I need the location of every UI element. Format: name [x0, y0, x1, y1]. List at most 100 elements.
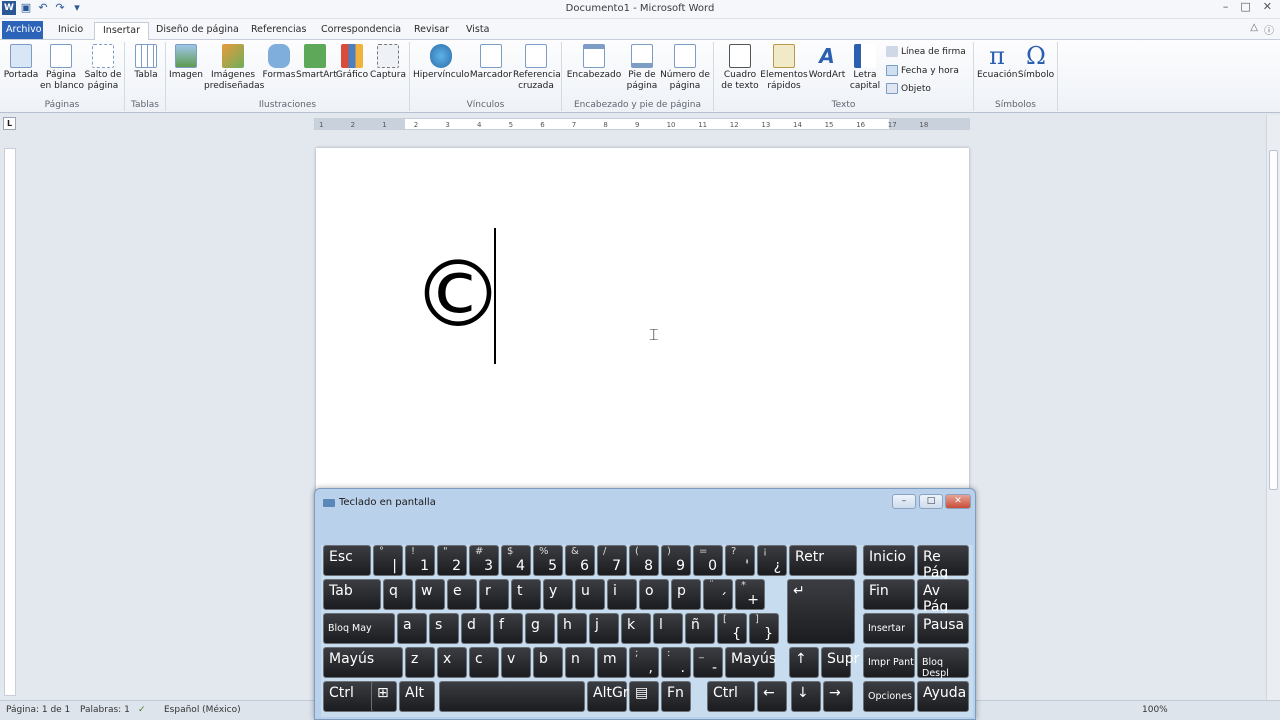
marcador-button[interactable]: Marcador	[469, 44, 513, 81]
key[interactable]: ▤	[629, 681, 659, 712]
key[interactable]: Ayuda	[917, 681, 969, 712]
key[interactable]: /7	[597, 545, 627, 576]
imagen-button[interactable]: Imagen	[168, 44, 204, 81]
key[interactable]: Mayús	[323, 647, 403, 678]
tab-diseno[interactable]: Diseño de página	[148, 22, 247, 40]
key[interactable]: Supr	[821, 647, 859, 678]
key[interactable]: Pausa	[917, 613, 969, 644]
key[interactable]: [{	[717, 613, 747, 644]
key[interactable]: ←	[757, 681, 787, 712]
key[interactable]: AltGr	[587, 681, 629, 712]
tab-insertar[interactable]: Insertar	[94, 22, 149, 41]
tabla-button[interactable]: Tabla	[128, 44, 164, 81]
pagina-blanco-button[interactable]: Página en blanco	[40, 44, 84, 92]
key[interactable]: Bloq May	[323, 613, 395, 644]
tab-inicio[interactable]: Inicio	[50, 22, 91, 40]
key[interactable]: $4	[501, 545, 531, 576]
key[interactable]: = 0	[693, 545, 723, 576]
key[interactable]: Insertar	[863, 613, 915, 644]
key[interactable]: Fin	[863, 579, 915, 610]
key[interactable]: v	[501, 647, 531, 678]
hipervinculo-button[interactable]: Hipervínculo	[413, 44, 469, 81]
key[interactable]: s	[429, 613, 459, 644]
key[interactable]: ↑	[789, 647, 819, 678]
key[interactable]: Bloq Despl	[917, 647, 969, 679]
key[interactable]: (8	[629, 545, 659, 576]
key[interactable]: t	[511, 579, 541, 610]
key[interactable]: :.	[661, 647, 691, 678]
vertical-scrollbar[interactable]	[1266, 115, 1280, 701]
key[interactable]: ñ	[685, 613, 715, 644]
key[interactable]: ? '	[725, 545, 755, 576]
key[interactable]: j	[589, 613, 619, 644]
key[interactable]: y	[543, 579, 573, 610]
tab-selector-button[interactable]: L	[3, 117, 16, 130]
key[interactable]: Ctrl	[707, 681, 755, 712]
key[interactable]: Ctrl	[323, 681, 377, 712]
key[interactable]: Av Pág	[917, 579, 969, 615]
formas-button[interactable]: Formas	[262, 44, 296, 81]
osk-minimize-button[interactable]: –	[892, 494, 916, 509]
imagenes-prediseñadas-button[interactable]: Imágenes prediseñadas	[204, 44, 264, 92]
key[interactable]: b	[533, 647, 563, 678]
key[interactable]: #3	[469, 545, 499, 576]
numero-pagina-button[interactable]: Número de página	[660, 44, 710, 92]
key[interactable]: Fn	[661, 681, 691, 712]
key[interactable]: e	[447, 579, 477, 610]
key[interactable]	[439, 681, 585, 712]
encabezado-button[interactable]: Encabezado	[566, 44, 622, 81]
grafico-button[interactable]: Gráfico	[335, 44, 369, 81]
ecuacion-button[interactable]: π Ecuación	[977, 44, 1018, 81]
key[interactable]: Tab	[323, 579, 381, 610]
minimize-ribbon-icon[interactable]: △	[1250, 22, 1258, 37]
minimize-button[interactable]: –	[1223, 0, 1229, 13]
key[interactable]: u	[575, 579, 605, 610]
key[interactable]: r	[479, 579, 509, 610]
objeto-button[interactable]: Objeto	[886, 83, 931, 94]
language[interactable]: Español (México)	[164, 705, 241, 715]
maximize-button[interactable]: □	[1240, 0, 1250, 13]
key[interactable]: w	[415, 579, 445, 610]
key[interactable]: ↓	[791, 681, 821, 712]
smartart-button[interactable]: SmartArt	[296, 44, 337, 81]
key[interactable]: q	[383, 579, 413, 610]
osk-maximize-button[interactable]: □	[919, 494, 943, 509]
key[interactable]: _ -	[693, 647, 723, 678]
key[interactable]: d	[461, 613, 491, 644]
cuadro-texto-button[interactable]: Cuadro de texto	[716, 44, 764, 92]
key[interactable]: h	[557, 613, 587, 644]
key[interactable]: k	[621, 613, 651, 644]
key[interactable]: →	[823, 681, 853, 712]
key[interactable]: ! 1	[405, 545, 435, 576]
key[interactable]: f	[493, 613, 523, 644]
key[interactable]: & 6	[565, 545, 595, 576]
captura-button[interactable]: Captura	[369, 44, 407, 81]
letra-capital-button[interactable]: Letra capital	[846, 44, 884, 92]
fecha-hora-button[interactable]: Fecha y hora	[886, 65, 959, 76]
key[interactable]: ° |	[373, 545, 403, 576]
zoom-level[interactable]: 100%	[1142, 705, 1168, 715]
referencia-cruzada-button[interactable]: Referencia cruzada	[513, 44, 561, 92]
tab-referencias[interactable]: Referencias	[243, 22, 314, 40]
key[interactable]: Inicio	[863, 545, 915, 576]
page-count[interactable]: Página: 1 de 1	[6, 705, 70, 715]
key[interactable]: Retr	[789, 545, 857, 576]
close-button[interactable]: ✕	[1263, 0, 1272, 13]
key[interactable]: Mayús	[725, 647, 776, 678]
key[interactable]: ¡ ¿	[757, 545, 787, 576]
pie-pagina-button[interactable]: Pie de página	[622, 44, 662, 92]
key[interactable]: a	[397, 613, 427, 644]
key[interactable]: % 5	[533, 545, 563, 576]
key[interactable]: z	[405, 647, 435, 678]
wordart-button[interactable]: A WordArt	[808, 44, 846, 81]
elementos-rapidos-button[interactable]: Elementos rápidos	[760, 44, 808, 92]
key[interactable]: ) 9	[661, 545, 691, 576]
key[interactable]: Esc	[323, 545, 371, 576]
key[interactable]: " 2	[437, 545, 467, 576]
key[interactable]: o	[639, 579, 669, 610]
help-icon[interactable]: ⓘ	[1264, 22, 1274, 37]
key[interactable]: Alt	[399, 681, 435, 712]
salto-pagina-button[interactable]: Salto de página	[83, 44, 123, 92]
horizontal-ruler[interactable]: 1 2 1 2 3 4 5 6 7 8 9 10 11 12 13 14 15 16 17 18	[314, 118, 970, 130]
key[interactable]: c	[469, 647, 499, 678]
